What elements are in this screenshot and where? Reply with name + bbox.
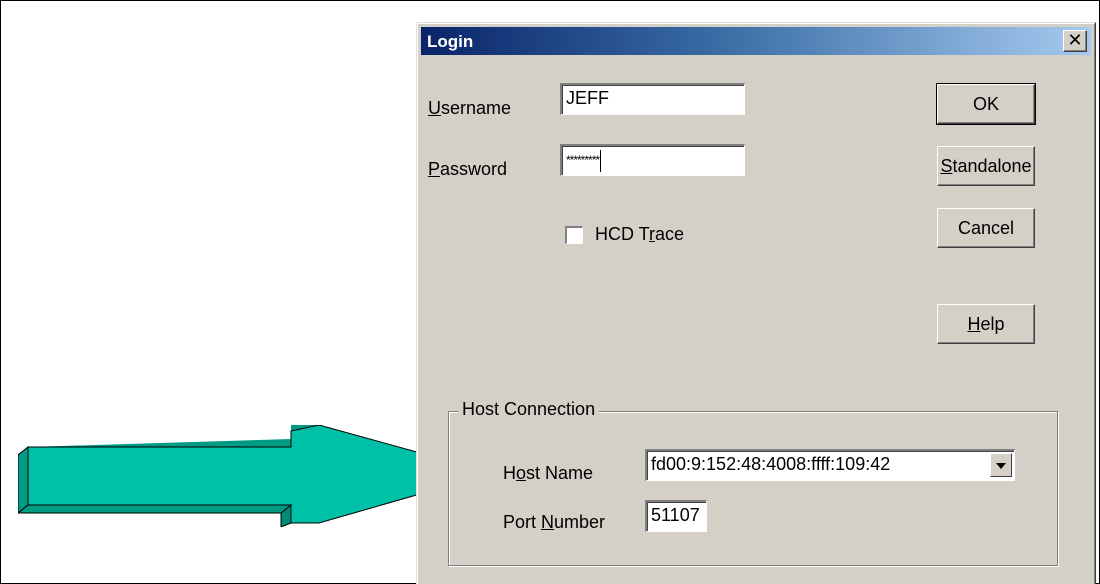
password-field[interactable]: ********* [560, 144, 745, 176]
port-number-field[interactable]: 51107 [645, 500, 707, 532]
close-button[interactable]: ✕ [1063, 30, 1087, 52]
hcd-trace-checkbox[interactable] [565, 226, 583, 244]
help-button[interactable]: Help [937, 304, 1035, 344]
window-title: Login [427, 32, 474, 51]
chevron-down-icon[interactable] [990, 453, 1012, 477]
cancel-button[interactable]: Cancel [937, 208, 1035, 248]
port-number-value: 51107 [651, 505, 700, 525]
host-name-value: fd00:9:152:48:4008:ffff:109:42 [651, 454, 891, 474]
title-bar[interactable]: Login ✕ [421, 27, 1091, 55]
host-connection-group [448, 411, 1058, 566]
standalone-button[interactable]: Standalone [937, 146, 1035, 186]
host-name-label: Host Name [503, 463, 594, 483]
host-name-combobox[interactable]: fd00:9:152:48:4008:ffff:109:42 [645, 449, 1015, 481]
password-value: ********* [566, 153, 600, 167]
text-caret [600, 149, 602, 172]
username-label: Username [428, 98, 512, 118]
port-number-label: Port Number [503, 512, 606, 532]
close-icon: ✕ [1067, 30, 1083, 50]
username-field[interactable]: JEFF [560, 83, 745, 115]
host-connection-title: Host Connection [458, 399, 600, 420]
hcd-trace-label[interactable]: HCD Trace [595, 224, 684, 245]
ok-button[interactable]: OK [936, 83, 1036, 125]
password-label: Password [428, 159, 508, 179]
username-value: JEFF [566, 88, 609, 108]
